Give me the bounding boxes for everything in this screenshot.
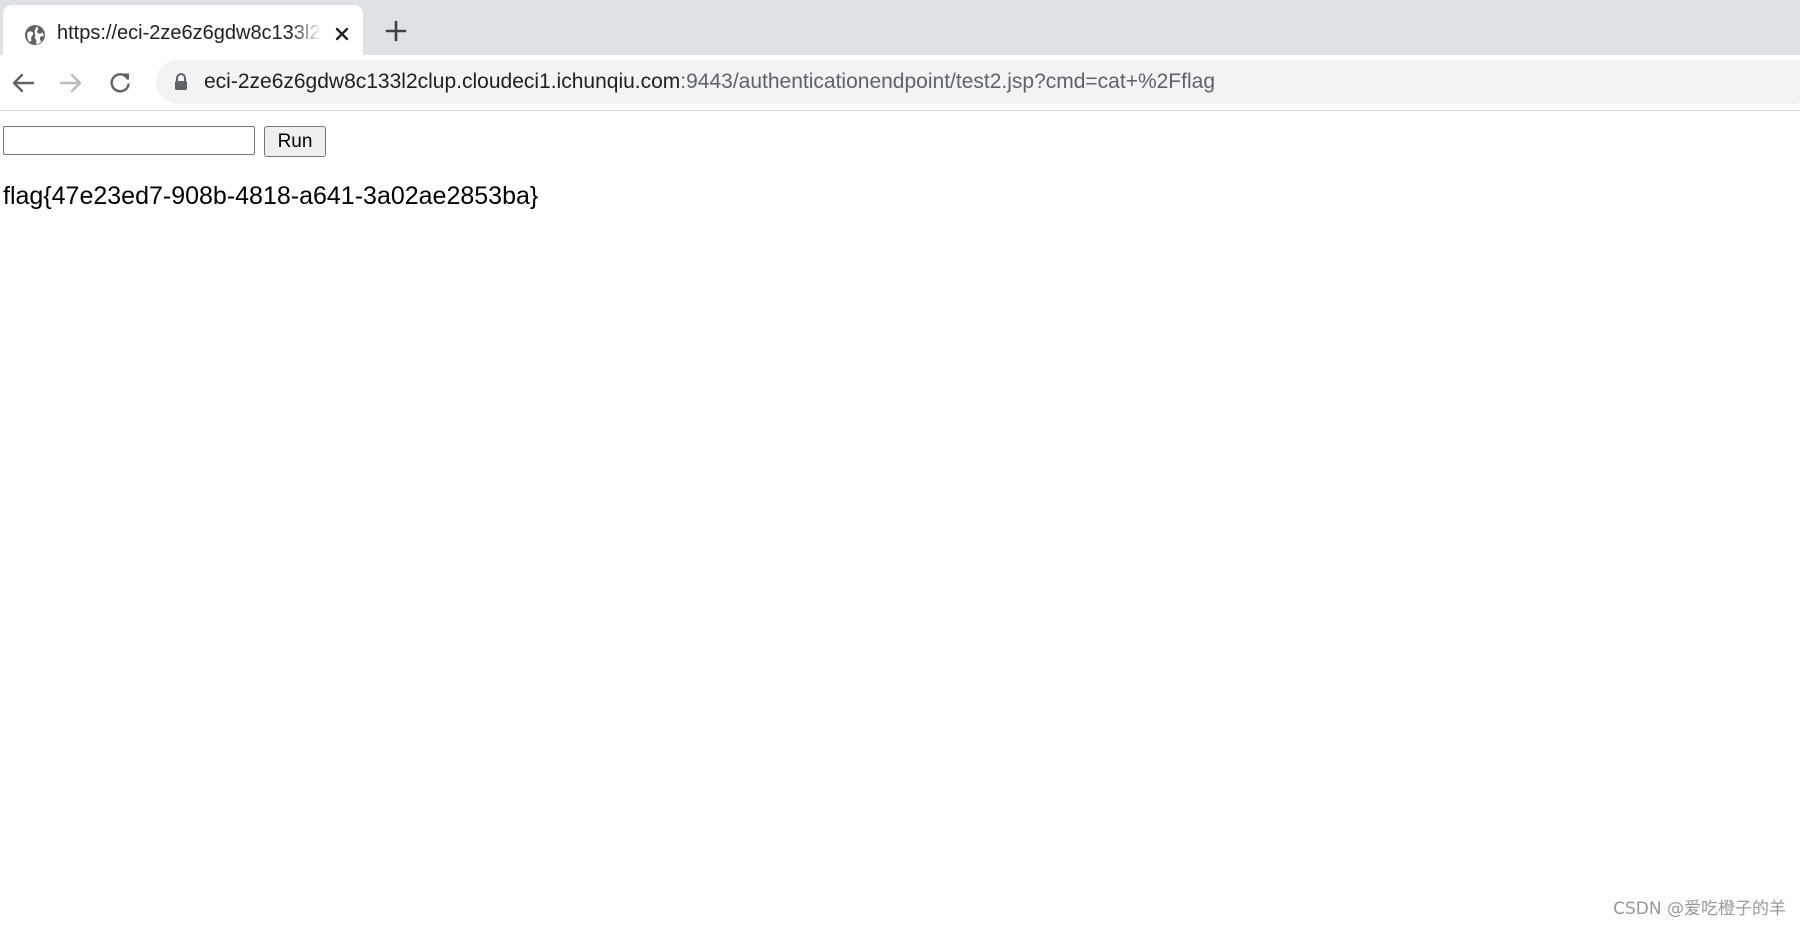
arrow-right-icon[interactable] (56, 68, 86, 98)
arrow-left-icon[interactable] (8, 68, 38, 98)
reload-icon[interactable] (105, 68, 135, 98)
lock-icon[interactable] (172, 72, 190, 92)
tab-strip: https://eci-2ze6z6gdw8c133l2clup.cloudec… (0, 0, 1800, 55)
url-text[interactable]: eci-2ze6z6gdw8c133l2clup.cloudeci1.ichun… (204, 70, 1215, 94)
run-button[interactable]: Run (264, 126, 326, 157)
url-host: eci-2ze6z6gdw8c133l2clup.cloudeci1.ichun… (204, 70, 681, 93)
url-path: :9443/authenticationendpoint/test2.jsp?c… (680, 70, 1215, 93)
page-content: Run flag{47e23ed7-908b-4818-a641-3a02ae2… (0, 111, 1800, 927)
plus-icon[interactable] (381, 16, 411, 46)
browser-toolbar: eci-2ze6z6gdw8c133l2clup.cloudeci1.ichun… (0, 55, 1800, 111)
globe-icon (23, 23, 47, 47)
close-icon[interactable] (329, 21, 355, 47)
watermark: CSDN @爱吃橙子的羊 (1613, 899, 1786, 919)
address-bar[interactable]: eci-2ze6z6gdw8c133l2clup.cloudeci1.ichun… (156, 60, 1800, 104)
command-output: flag{47e23ed7-908b-4818-a641-3a02ae2853b… (3, 182, 539, 210)
browser-tab[interactable]: https://eci-2ze6z6gdw8c133l2clup.cloudec… (3, 5, 363, 55)
tab-title: https://eci-2ze6z6gdw8c133l2clup.cloudec… (57, 22, 322, 44)
command-input[interactable] (3, 126, 255, 155)
